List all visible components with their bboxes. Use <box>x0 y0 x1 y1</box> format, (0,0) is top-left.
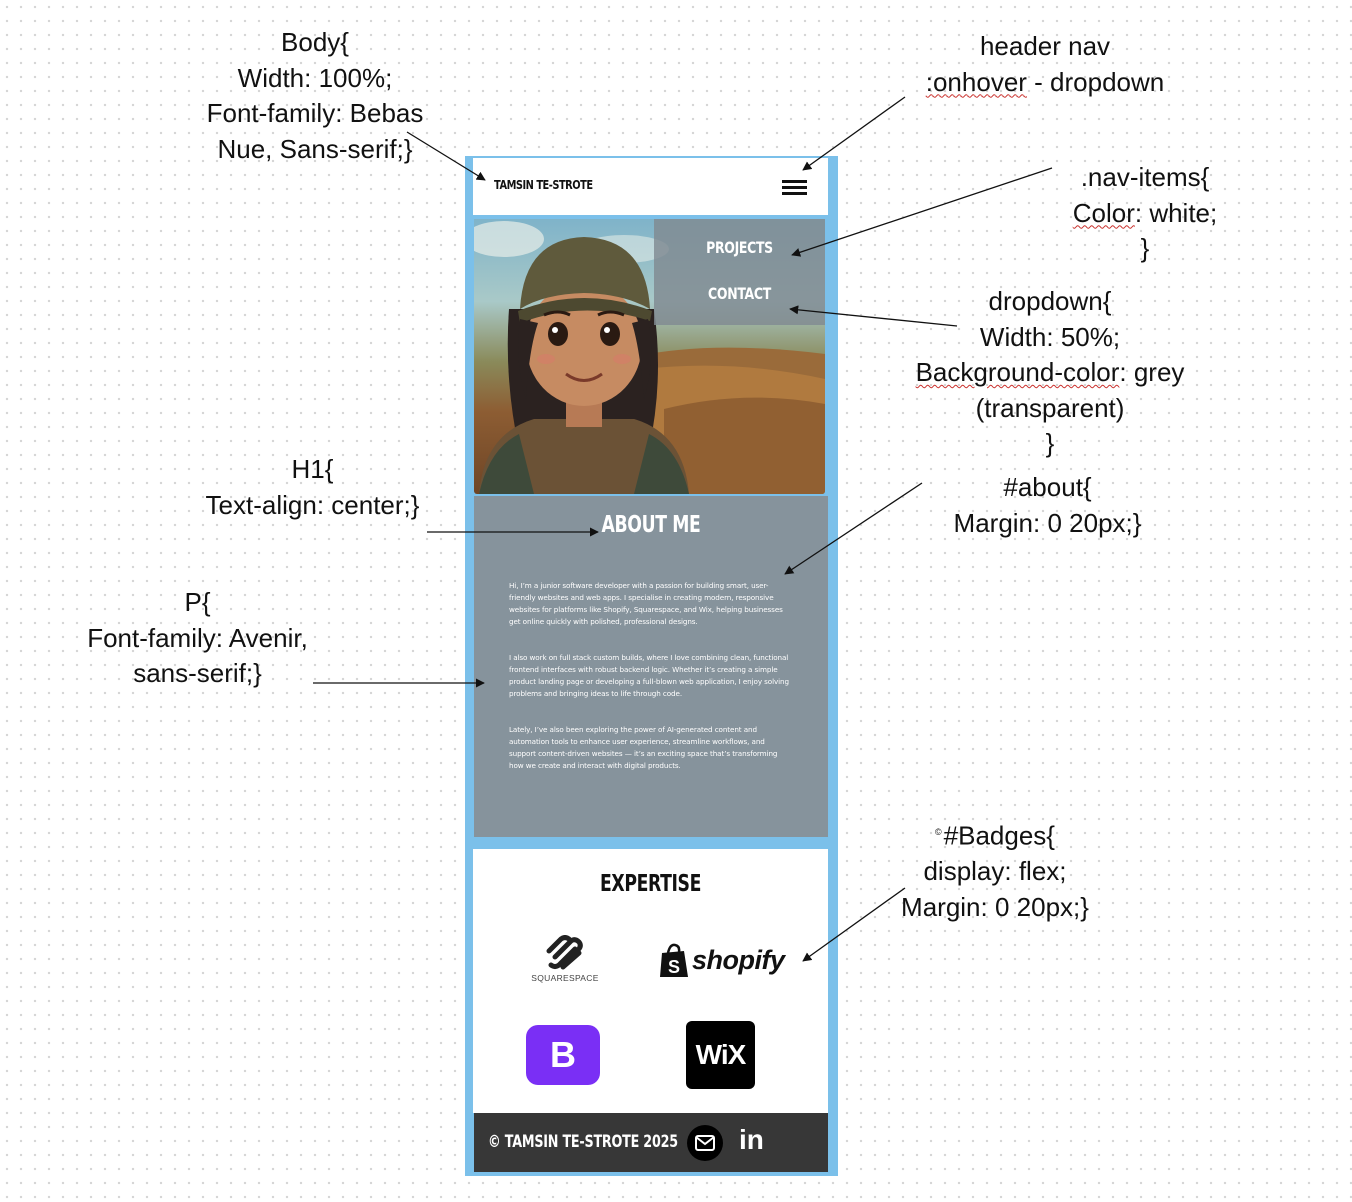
note-h1-line: Text-align: center;} <box>205 489 420 520</box>
hamburger-menu-icon[interactable] <box>782 180 807 195</box>
svg-text:S: S <box>668 957 680 977</box>
note-dropdown-line: Width: 50%; <box>979 321 1121 352</box>
note-h1: H1{ Text-align: center;} <box>180 452 445 523</box>
note-badges: ©#Badges{ display: flex; Margin: 0 20px;… <box>880 815 1110 925</box>
note-nav-items-line: Color: white; <box>1072 197 1218 228</box>
note-about: #about{ Margin: 0 20px;} <box>925 470 1170 541</box>
note-body: Body{ Width: 100%; Font-family: Bebas Nu… <box>185 25 445 167</box>
note-dropdown: dropdown{ Width: 50%; Background-color: … <box>895 284 1205 462</box>
badge-bootstrap: B <box>526 1025 600 1085</box>
mail-envelope-svg <box>695 1135 715 1151</box>
note-nav-items-line: } <box>1140 233 1150 263</box>
note-dropdown-line: } <box>1045 428 1055 458</box>
badge-shopify: S shopify <box>656 941 786 983</box>
badge-wix: WiX <box>686 1021 755 1089</box>
note-h1-line: H1{ <box>291 454 334 484</box>
about-section: ABOUT ME Hi, I’m a junior software devel… <box>474 496 828 837</box>
about-heading: ABOUT ME <box>601 512 701 538</box>
about-paragraph: I also work on full stack custom builds,… <box>509 653 789 698</box>
note-p-line: sans-serif;} <box>133 658 262 688</box>
note-p-line: P{ <box>184 587 211 617</box>
squarespace-label: SQUARESPACE <box>531 973 599 983</box>
note-p: P{ Font-family: Avenir, sans-serif;} <box>65 585 330 692</box>
site-header: TAMSIN TE-STROTE <box>473 158 828 215</box>
expertise-heading: EXPERTISE <box>599 871 702 897</box>
linkedin-icon[interactable]: in <box>739 1124 764 1156</box>
site-brand[interactable]: TAMSIN TE-STROTE <box>494 178 593 192</box>
note-dropdown-line: Background-color: grey <box>915 357 1185 387</box>
note-badges-line: display: flex; <box>923 856 1067 887</box>
note-badges-line: ©#Badges{ <box>935 820 1055 851</box>
mail-icon[interactable] <box>687 1125 723 1161</box>
note-about-line: Margin: 0 20px;} <box>953 507 1142 538</box>
note-body-line: Body{ <box>281 27 349 57</box>
note-dropdown-line: (transparent) <box>975 392 1125 423</box>
footer-copyright: © TAMSIN TE-STROTE 2025 <box>488 1132 678 1152</box>
note-header-nav-line: :onhover - dropdown <box>925 66 1165 97</box>
note-header-nav: header nav :onhover - dropdown <box>900 29 1190 100</box>
note-header-nav-line: header nav <box>979 31 1111 61</box>
nav-item-contact[interactable]: CONTACT <box>673 284 806 303</box>
note-body-line: Font-family: Bebas <box>206 98 424 128</box>
note-body-line: Width: 100%; <box>237 62 393 93</box>
expertise-section: EXPERTISE SQUARESPACE S shopify B WiX <box>473 849 828 1113</box>
note-dropdown-line: dropdown{ <box>988 286 1112 316</box>
nav-item-projects[interactable]: PROJECTS <box>673 238 806 257</box>
note-nav-items: .nav-items{ Color: white; } <box>1050 160 1240 267</box>
note-nav-items-line: .nav-items{ <box>1080 162 1210 192</box>
about-paragraph: Lately, I’ve also been exploring the pow… <box>509 725 778 770</box>
note-badges-line: Margin: 0 20px;} <box>901 891 1089 922</box>
note-body-line: Nue, Sans-serif;} <box>217 133 413 164</box>
note-about-line: #about{ <box>1003 472 1092 502</box>
shopify-label: shopify <box>692 945 785 975</box>
about-paragraph: Hi, I’m a junior software developer with… <box>509 581 783 626</box>
badge-squarespace: SQUARESPACE <box>525 935 605 987</box>
nav-dropdown: PROJECTS CONTACT <box>654 219 825 325</box>
shopify-bag-icon: S <box>660 943 688 977</box>
squarespace-logo-icon <box>546 935 583 970</box>
note-p-line: Font-family: Avenir, <box>87 622 308 653</box>
site-footer: © TAMSIN TE-STROTE 2025 in <box>474 1113 828 1172</box>
